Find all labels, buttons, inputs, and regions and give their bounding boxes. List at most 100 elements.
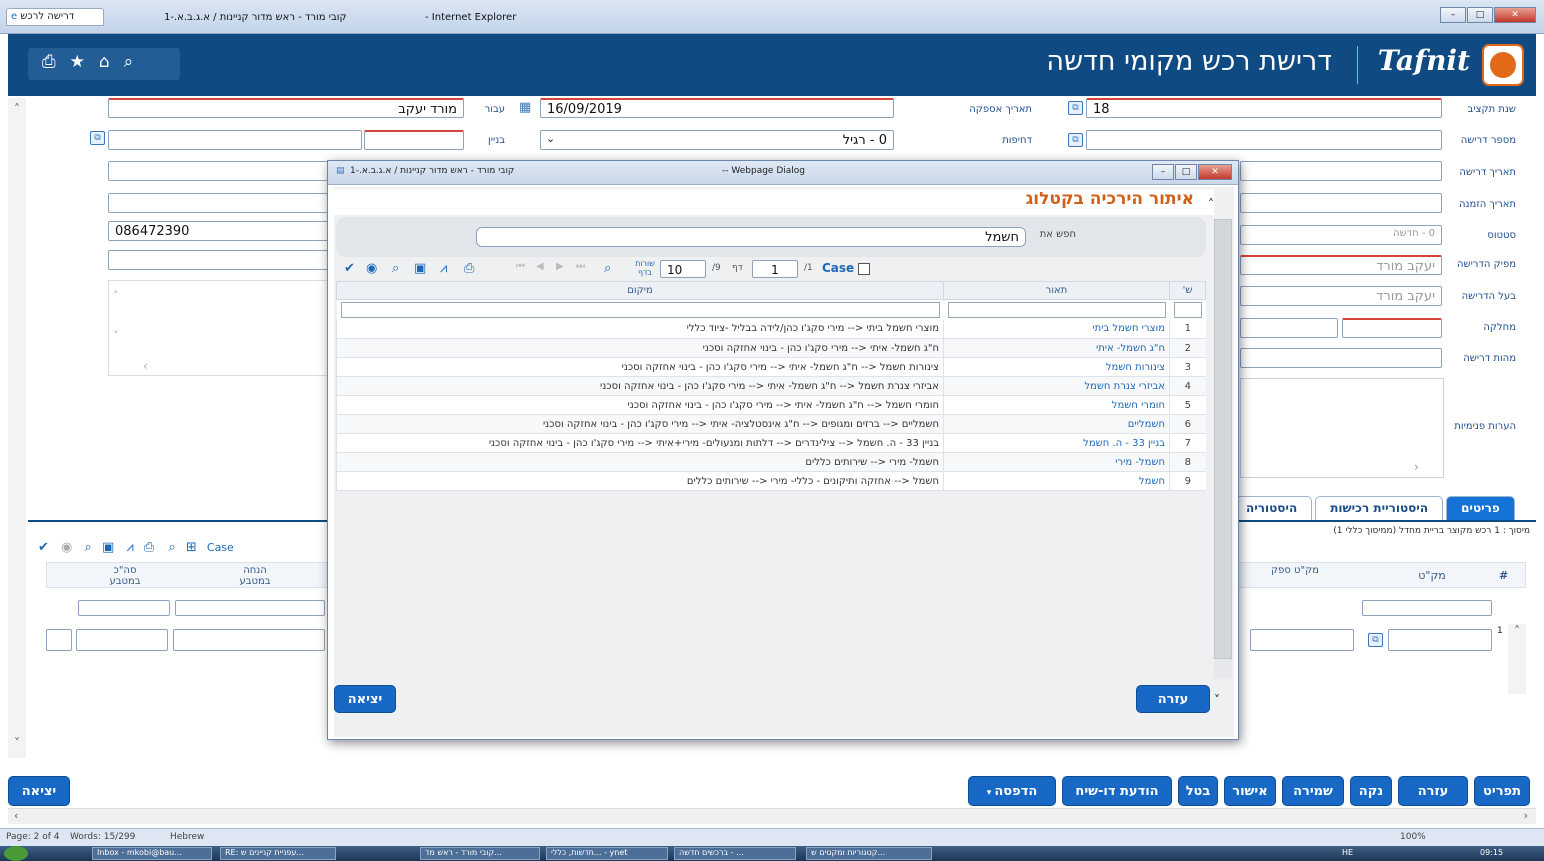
scroll-left-icon[interactable]: ‹ (14, 809, 18, 822)
chevron-up-icon[interactable]: ˄ (113, 289, 119, 302)
table-row[interactable]: 9 חשמל חשמל <-- אחזקה ותיקונים - כללי- מיר… (336, 471, 1206, 491)
supply-date-input[interactable]: 16/09/2019 (540, 98, 894, 118)
filter-sku[interactable] (1362, 600, 1492, 616)
star-icon[interactable]: ★ (70, 52, 85, 76)
next-page-icon[interactable]: ▶ (556, 261, 564, 272)
scroll-up-icon[interactable]: ˄ (1508, 624, 1526, 638)
scroll-right-icon[interactable]: › (1524, 809, 1528, 822)
chevron-down-icon[interactable]: ˅ (113, 329, 119, 342)
order-date-input[interactable] (1240, 193, 1442, 213)
scroll-up-icon[interactable]: ˄ (8, 102, 26, 116)
filter-description[interactable] (947, 301, 1166, 318)
phone-input[interactable]: 086472390 (108, 221, 328, 241)
help-button[interactable]: עזרה (1398, 776, 1468, 806)
row-description[interactable]: צינורות חשמל (943, 357, 1170, 377)
eye-icon[interactable]: ◉ (366, 261, 377, 276)
items-scrollbar[interactable]: ˄ (1508, 624, 1526, 694)
start-icon[interactable] (4, 846, 28, 861)
row-description[interactable]: חשמל- מירי (943, 452, 1170, 472)
owner-input[interactable]: יעקב מורד (1240, 286, 1442, 306)
filter-location[interactable] (340, 301, 940, 318)
zoom-icon[interactable]: ⌕ (168, 540, 175, 555)
taskbar-item[interactable]: חדשות, כללי... - ynet (546, 847, 668, 860)
dialog-message-button[interactable]: הודעת דו-שיח (1062, 776, 1172, 806)
row-description[interactable]: חומרי חשמל (943, 395, 1170, 415)
row-description[interactable]: ח"ג חשמל- איתי (943, 338, 1170, 358)
pencil-icon[interactable]: ✔ (344, 261, 355, 276)
printer-icon[interactable]: ⎙ (464, 261, 474, 276)
search-icon[interactable]: ⌕ (85, 540, 92, 555)
tab-history[interactable]: היסטוריה (1231, 496, 1313, 520)
table-row[interactable]: 5 חומרי חשמל חומרי חשמל <-- ח"ג חשמל- איתי… (336, 395, 1206, 415)
taskbar-item[interactable]: ברכשים חדשה - ... (674, 847, 796, 860)
chevron-down-icon[interactable]: ˅ (1214, 693, 1220, 707)
tab-purchase-history[interactable]: היסטוריית רכישות (1315, 496, 1444, 520)
maximize-icon[interactable]: □ (1175, 164, 1197, 180)
eye-icon[interactable]: ◉ (61, 540, 72, 555)
issuer-input[interactable]: יעקב מורד (1240, 255, 1442, 275)
clear-button[interactable]: נקה (1350, 776, 1392, 806)
printer-icon[interactable]: ⎙ (144, 540, 154, 555)
supplier-sku-input[interactable] (1250, 629, 1354, 651)
menu-button[interactable]: תפריט (1474, 776, 1530, 806)
minimize-icon[interactable]: – (1152, 164, 1174, 180)
excel-icon[interactable]: ▣ (102, 540, 114, 555)
row-description[interactable]: אביזרי צנרת חשמל (943, 376, 1170, 396)
total-input[interactable] (76, 629, 168, 651)
home-icon[interactable]: ⌂ (99, 52, 110, 76)
maximize-icon[interactable]: □ (1467, 7, 1493, 23)
search-icon[interactable]: ⌕ (392, 261, 399, 276)
calendar-icon[interactable]: ▦ (519, 100, 531, 115)
cancel-button[interactable]: בטל (1178, 776, 1218, 806)
excel-icon[interactable]: ▣ (414, 261, 426, 276)
search-icon[interactable]: ⌕ (124, 52, 134, 76)
chart-icon[interactable]: ⩘ (440, 261, 447, 276)
discount-input[interactable] (173, 629, 325, 651)
chevron-down-icon[interactable]: ⌄ (546, 132, 555, 145)
notes-textarea[interactable]: ˄ ˅ ‹ (108, 280, 328, 376)
dialog-exit-button[interactable]: יציאה (334, 685, 396, 713)
lookup-icon[interactable]: ⧉ (1068, 101, 1083, 115)
filter-discount[interactable] (175, 600, 325, 616)
first-page-icon[interactable]: ⏮ (516, 261, 525, 272)
tab-items[interactable]: פריטים (1446, 496, 1515, 520)
building-input[interactable] (364, 130, 464, 150)
row-description[interactable]: חשמליים (943, 414, 1170, 434)
filter-index[interactable] (1173, 301, 1202, 318)
grid-icon[interactable]: ⊞ (186, 540, 197, 555)
nature-input[interactable] (1240, 348, 1442, 368)
for-input[interactable]: מורד יעקב (108, 98, 464, 118)
table-row[interactable]: 1 מוצרי חשמל ביתי מוצרי חשמל ביתי <-- מירי… (336, 319, 1206, 339)
exit-button[interactable]: יציאה (8, 776, 70, 806)
scroll-thumb[interactable] (1214, 219, 1232, 659)
contact-input[interactable] (108, 161, 328, 181)
close-icon[interactable]: ✕ (1494, 7, 1536, 23)
close-icon[interactable]: ✕ (1198, 164, 1232, 180)
lookup-icon[interactable]: ⧉ (90, 131, 105, 145)
table-row[interactable]: 7 בניין 33 - ה. חשמל בניין 33 - ה. חשמל <-… (336, 433, 1206, 453)
request-number-input[interactable] (1086, 130, 1442, 150)
table-row[interactable]: 8 חשמל- מירי חשמל- מירי <-- שירותים כללים (336, 452, 1206, 472)
input-language[interactable]: HE (1342, 848, 1353, 857)
catalog-search-input[interactable]: חשמל (476, 227, 1026, 247)
urgency-select[interactable]: 0 - רגיל (540, 130, 894, 150)
case-checkbox[interactable] (858, 263, 870, 275)
sku-input[interactable] (1388, 629, 1492, 651)
extra-input[interactable] (46, 629, 72, 651)
table-row[interactable]: 2 ח"ג חשמל- איתי ח"ג חשמל- איתי <-- מירי ס… (336, 338, 1206, 358)
lookup-icon[interactable]: ⧉ (1068, 133, 1083, 147)
taskbar-item[interactable]: RE: עפניית קניינים ש... (220, 847, 336, 860)
left-scrollbar[interactable]: ˄ ˅ (8, 98, 26, 758)
pencil-icon[interactable]: ✔ (38, 540, 49, 555)
table-row[interactable]: 6 חשמליים חשמליים <-- ברזים ומגופים <-- ח"… (336, 414, 1206, 434)
table-row[interactable]: 4 אביזרי צנרת חשמל אביזרי צנרת חשמל <-- ח"… (336, 376, 1206, 396)
last-page-icon[interactable]: ⏭ (576, 261, 585, 272)
filter-total[interactable] (78, 600, 170, 616)
taskbar-item[interactable]: Inbox - mkobi@bau... (92, 847, 212, 860)
request-date-input[interactable] (1240, 161, 1442, 181)
prev-page-icon[interactable]: ◀ (536, 261, 544, 272)
chevron-left-icon[interactable]: ‹ (143, 359, 148, 373)
scroll-right-icon[interactable]: › (1414, 460, 1419, 474)
taskbar-item[interactable]: קובי מורד - ראש מד... (420, 847, 540, 860)
taskbar-item[interactable]: קטגוריות ומקטים ש... (806, 847, 932, 860)
